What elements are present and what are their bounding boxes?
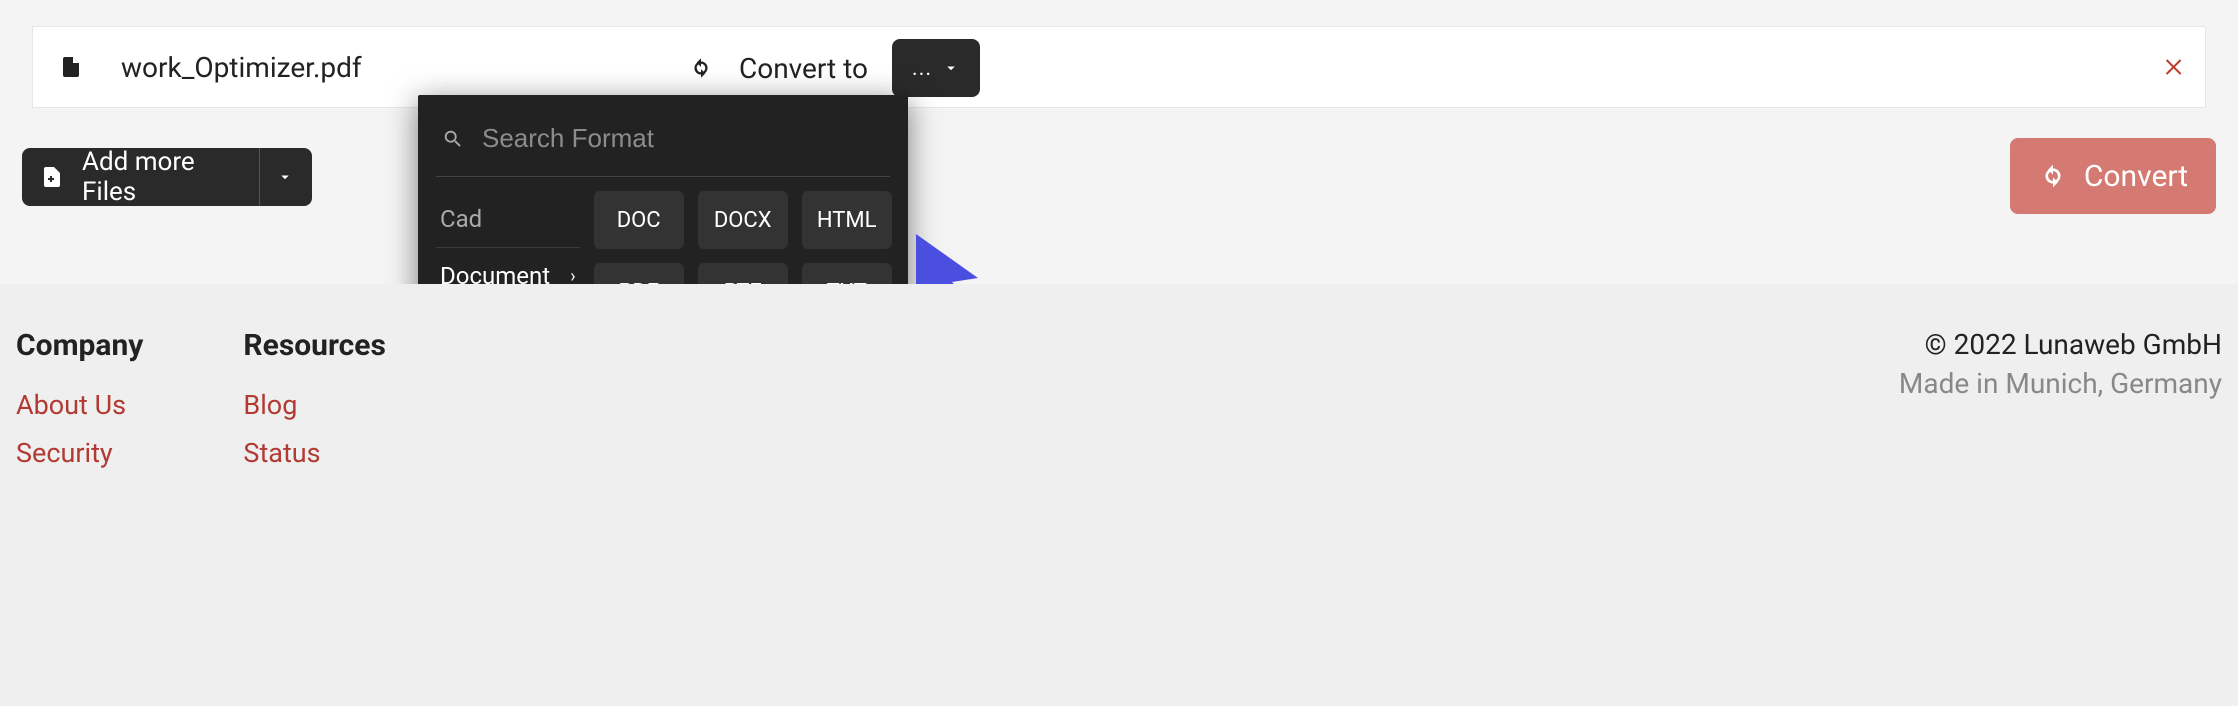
footer-copyright: © 2022 Lunaweb GmbH [1899, 328, 2222, 361]
convert-button-label: Convert [2084, 159, 2188, 194]
file-name: work_Optimizer.pdf [121, 51, 362, 84]
format-search-row [436, 117, 890, 177]
footer-company-heading: Company [16, 328, 143, 363]
footer-link-blog[interactable]: Blog [243, 389, 386, 421]
format-category-cad[interactable]: Cad [436, 191, 580, 248]
search-icon [442, 128, 464, 150]
format-select-button[interactable]: ... [892, 39, 980, 97]
convert-to-label: Convert to [739, 52, 868, 85]
add-more-files-dropdown-toggle[interactable] [259, 148, 294, 206]
file-add-icon [40, 163, 64, 191]
footer-link-security[interactable]: Security [16, 437, 143, 469]
footer-right: © 2022 Lunaweb GmbH Made in Munich, Germ… [1899, 328, 2222, 706]
chevron-down-icon [942, 59, 960, 77]
format-option-html[interactable]: HTML [802, 191, 892, 249]
add-more-files-button[interactable]: Add more Files [22, 148, 312, 206]
footer-company-column: Company About Us Security [16, 328, 143, 706]
format-option-doc[interactable]: DOC [594, 191, 684, 249]
footer: Company About Us Security Resources Blog… [0, 284, 2238, 706]
chevron-down-icon [276, 168, 294, 186]
format-search-input[interactable] [482, 123, 884, 154]
format-placeholder-text: ... [912, 56, 932, 81]
footer-resources-column: Resources Blog Status [243, 328, 386, 706]
footer-link-about-us[interactable]: About Us [16, 389, 143, 421]
footer-link-status[interactable]: Status [243, 437, 386, 469]
refresh-icon [687, 54, 715, 82]
format-category-label: Cad [440, 205, 482, 233]
format-option-docx[interactable]: DOCX [698, 191, 788, 249]
footer-resources-heading: Resources [243, 328, 386, 363]
file-icon [57, 49, 85, 85]
file-row: work_Optimizer.pdf Convert to ... [32, 26, 2206, 108]
add-more-files-label: Add more Files [82, 147, 241, 207]
convert-button[interactable]: Convert [2010, 138, 2216, 214]
remove-file-button[interactable] [2163, 55, 2187, 79]
refresh-icon [2038, 161, 2068, 191]
footer-made-in: Made in Munich, Germany [1899, 367, 2222, 400]
